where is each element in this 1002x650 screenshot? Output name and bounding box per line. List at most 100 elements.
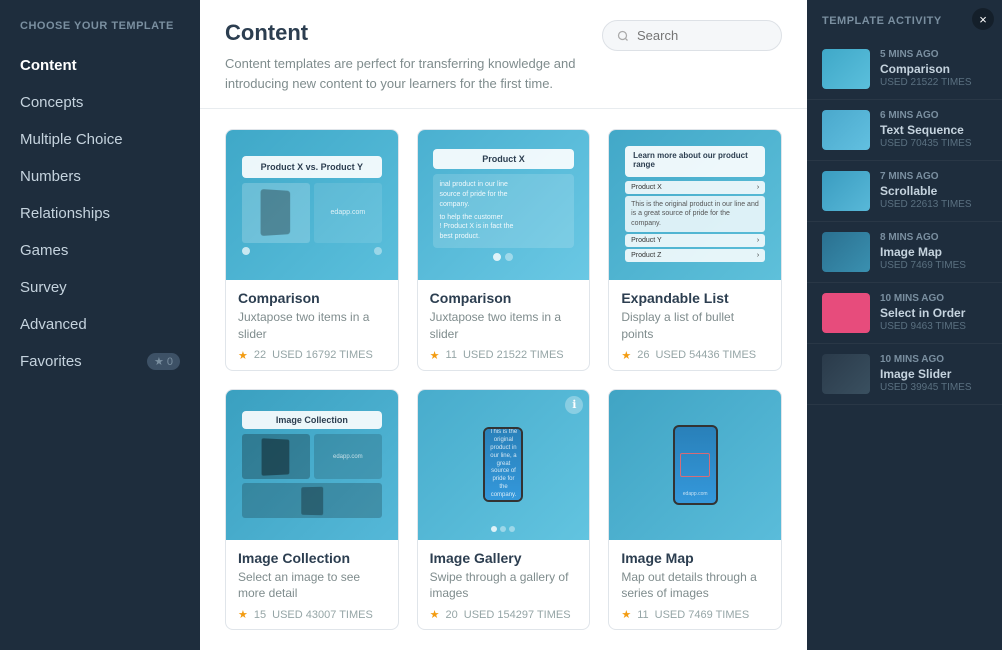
activity-info: 6 MINS AGO Text Sequence USED 70435 TIME… — [880, 110, 987, 150]
phone-mock: edapp.com — [673, 425, 718, 505]
star-count: 11 — [446, 349, 457, 361]
used-times: USED 54436 TIMES — [655, 349, 756, 361]
sidebar-item-advanced[interactable]: Advanced — [0, 306, 200, 343]
template-name: Comparison — [238, 290, 386, 306]
activity-thumbnail — [822, 110, 870, 150]
star-count: 11 — [637, 609, 648, 621]
sidebar-item-label: Concepts — [20, 94, 83, 111]
template-name: Image Gallery — [430, 550, 578, 566]
activity-used: USED 70435 TIMES — [880, 138, 987, 149]
activity-thumbnail — [822, 49, 870, 89]
phone-mock: This is the original product in our line… — [483, 427, 523, 502]
template-info: Expandable List Display a list of bullet… — [609, 280, 781, 371]
activity-time: 6 MINS AGO — [880, 110, 987, 121]
template-desc: Select an image to see more detail — [238, 569, 386, 603]
sidebar-item-label: Advanced — [20, 316, 87, 333]
activity-info: 7 MINS AGO Scrollable USED 22613 TIMES — [880, 171, 987, 211]
used-times: USED 7469 TIMES — [655, 609, 750, 621]
main-header: Content Content templates are perfect fo… — [200, 0, 807, 109]
star-icon: ★ — [430, 349, 440, 362]
close-button[interactable]: × — [972, 8, 994, 30]
activity-name: Comparison — [880, 62, 987, 76]
activity-item-1[interactable]: 6 MINS AGO Text Sequence USED 70435 TIME… — [807, 100, 1002, 161]
sidebar-item-relationships[interactable]: Relationships — [0, 195, 200, 232]
star-count: 26 — [637, 349, 649, 361]
used-times: USED 154297 TIMES — [464, 609, 571, 621]
template-thumbnail: edapp.com — [609, 390, 781, 540]
modal: × CHOOSE YOUR TEMPLATE Content Concepts … — [0, 0, 1002, 650]
page-description: Content templates are perfect for transf… — [225, 54, 602, 93]
sidebar-item-multiple-choice[interactable]: Multiple Choice — [0, 121, 200, 158]
template-card-image-gallery[interactable]: ℹ This is the original product in our li… — [417, 389, 591, 631]
template-thumbnail: ℹ This is the original product in our li… — [418, 390, 590, 540]
star-count: 15 — [254, 609, 266, 621]
search-input[interactable] — [637, 28, 767, 43]
activity-item-2[interactable]: 7 MINS AGO Scrollable USED 22613 TIMES — [807, 161, 1002, 222]
template-card-comparison2[interactable]: Product X inal product in our line sourc… — [417, 129, 591, 371]
info-badge: ℹ — [565, 396, 583, 414]
template-card-image-collection[interactable]: Image Collection edapp.com — [225, 389, 399, 631]
star-icon: ★ — [238, 608, 248, 621]
used-times: USED 43007 TIMES — [272, 609, 373, 621]
activity-item-4[interactable]: 10 MINS AGO Select in Order USED 9463 TI… — [807, 283, 1002, 344]
activity-name: Select in Order — [880, 306, 987, 320]
favorites-count: 0 — [167, 356, 173, 368]
template-info: Comparison Juxtapose two items in a slid… — [226, 280, 398, 371]
activity-name: Text Sequence — [880, 123, 987, 137]
template-card-image-map[interactable]: edapp.com Image Map Map out details thro… — [608, 389, 782, 631]
sidebar-item-label: Content — [20, 57, 77, 74]
template-info: Comparison Juxtapose two items in a slid… — [418, 280, 590, 371]
sidebar: CHOOSE YOUR TEMPLATE Content Concepts Mu… — [0, 0, 200, 650]
template-card-expandable-list[interactable]: Learn more about our product range Produ… — [608, 129, 782, 371]
template-stats: ★ 15 USED 43007 TIMES — [238, 608, 386, 621]
activity-thumbnail — [822, 232, 870, 272]
template-stats: ★ 22 USED 16792 TIMES — [238, 349, 386, 362]
activity-item-3[interactable]: 8 MINS AGO Image Map USED 7469 TIMES — [807, 222, 1002, 283]
activity-time: 10 MINS AGO — [880, 354, 987, 365]
template-thumbnail: Image Collection edapp.com — [226, 390, 398, 540]
sidebar-item-numbers[interactable]: Numbers — [0, 158, 200, 195]
activity-used: USED 22613 TIMES — [880, 199, 987, 210]
header-left: Content Content templates are perfect fo… — [225, 20, 602, 93]
activity-item-0[interactable]: 5 MINS AGO Comparison USED 21522 TIMES — [807, 39, 1002, 100]
template-thumbnail: Product X inal product in our line sourc… — [418, 130, 590, 280]
sidebar-item-label: Multiple Choice — [20, 131, 123, 148]
search-box[interactable] — [602, 20, 782, 51]
star-icon: ★ — [621, 349, 631, 362]
template-name: Image Collection — [238, 550, 386, 566]
used-times: USED 16792 TIMES — [272, 349, 373, 361]
template-info: Image Map Map out details through a seri… — [609, 540, 781, 631]
activity-name: Image Map — [880, 245, 987, 259]
template-info: Image Gallery Swipe through a gallery of… — [418, 540, 590, 631]
activity-item-5[interactable]: 10 MINS AGO Image Slider USED 39945 TIME… — [807, 344, 1002, 405]
activity-info: 10 MINS AGO Image Slider USED 39945 TIME… — [880, 354, 987, 394]
star-icon: ★ — [621, 608, 631, 621]
template-card-comparison1[interactable]: Product X vs. Product Y edapp.com — [225, 129, 399, 371]
activity-time: 10 MINS AGO — [880, 293, 987, 304]
star-count: 20 — [446, 609, 458, 621]
star-count: 22 — [254, 349, 266, 361]
template-desc: Display a list of bullet points — [621, 309, 769, 343]
templates-grid: Product X vs. Product Y edapp.com — [200, 109, 807, 650]
template-stats: ★ 11 USED 7469 TIMES — [621, 608, 769, 621]
template-name: Comparison — [430, 290, 578, 306]
activity-used: USED 7469 TIMES — [880, 260, 987, 271]
activity-thumbnail — [822, 171, 870, 211]
sidebar-item-games[interactable]: Games — [0, 232, 200, 269]
sidebar-item-favorites[interactable]: Favorites ★ 0 — [0, 343, 200, 380]
sidebar-item-label: Numbers — [20, 168, 81, 185]
template-name: Image Map — [621, 550, 769, 566]
sidebar-item-content[interactable]: Content — [0, 47, 200, 84]
sidebar-item-label: Games — [20, 242, 68, 259]
template-thumbnail: Product X vs. Product Y edapp.com — [226, 130, 398, 280]
activity-time: 8 MINS AGO — [880, 232, 987, 243]
sidebar-item-survey[interactable]: Survey — [0, 269, 200, 306]
modal-overlay: × CHOOSE YOUR TEMPLATE Content Concepts … — [0, 0, 1002, 650]
activity-thumbnail — [822, 293, 870, 333]
template-thumbnail: Learn more about our product range Produ… — [609, 130, 781, 280]
sidebar-item-label: Favorites — [20, 353, 82, 370]
activity-info: 8 MINS AGO Image Map USED 7469 TIMES — [880, 232, 987, 272]
activity-used: USED 9463 TIMES — [880, 321, 987, 332]
activity-used: USED 39945 TIMES — [880, 382, 987, 393]
sidebar-item-concepts[interactable]: Concepts — [0, 84, 200, 121]
